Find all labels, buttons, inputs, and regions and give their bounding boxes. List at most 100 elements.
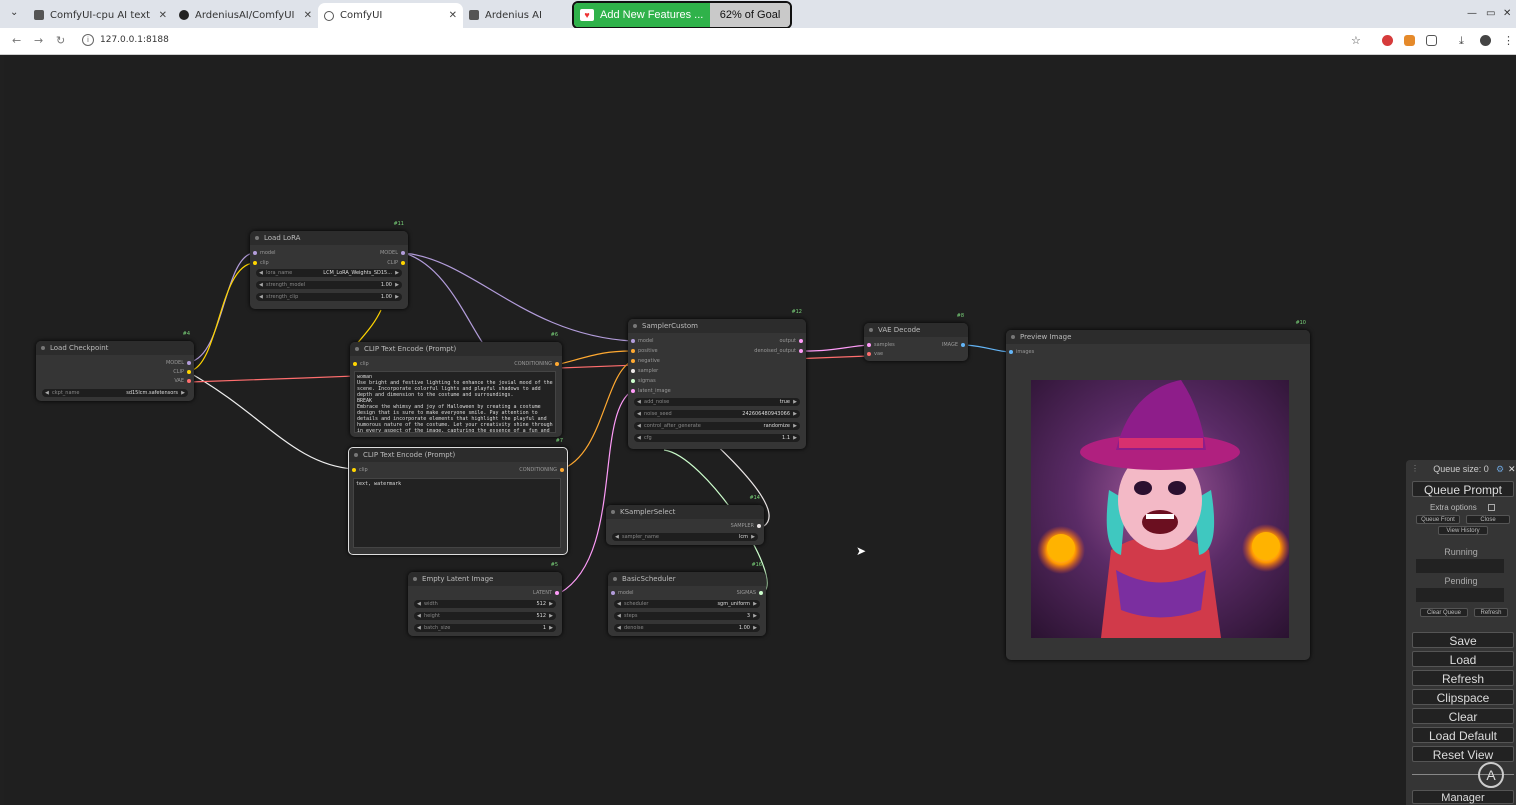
widget-cfg[interactable]: cfg1.1 xyxy=(634,434,800,442)
settings-gear-icon[interactable]: ⚙ xyxy=(1496,464,1504,475)
input-latent-image[interactable]: latent_image xyxy=(631,388,671,394)
tab-comfyui[interactable]: ComfyUI ✕ xyxy=(318,3,463,28)
widget-strength-clip[interactable]: strength_clip1.00 xyxy=(256,293,402,301)
reload-icon[interactable]: ↻ xyxy=(56,34,65,47)
output-clip[interactable]: CLIP xyxy=(387,260,405,266)
widget-ckpt-name[interactable]: ckpt_namesd15lcm.safetensors xyxy=(42,389,188,397)
back-icon[interactable]: ← xyxy=(12,34,21,47)
node-title: CLIP Text Encode (Prompt) xyxy=(349,448,567,462)
close-panel-icon[interactable]: ✕ xyxy=(1508,464,1516,475)
negative-prompt-textarea[interactable]: text, watermark xyxy=(353,478,561,548)
input-sigmas[interactable]: sigmas xyxy=(631,378,656,384)
close-button[interactable]: Close xyxy=(1466,515,1510,524)
load-button[interactable]: Load xyxy=(1412,651,1514,667)
queue-front-button[interactable]: Queue Front xyxy=(1416,515,1460,524)
node-clip-text-encode-negative[interactable]: #7 CLIP Text Encode (Prompt) clip CONDIT… xyxy=(348,438,568,555)
prompt-textarea[interactable]: woman Use bright and festive lighting to… xyxy=(354,371,556,433)
output-conditioning[interactable]: CONDITIONING xyxy=(514,361,559,367)
clear-button[interactable]: Clear xyxy=(1412,708,1514,724)
output-sampler[interactable]: SAMPLER xyxy=(731,523,761,529)
queue-prompt-button[interactable]: Queue Prompt xyxy=(1412,481,1514,497)
output-model[interactable]: MODEL xyxy=(166,360,191,366)
widget-add-noise[interactable]: add_noisetrue xyxy=(634,398,800,406)
minimize-icon[interactable]: — xyxy=(1467,8,1477,19)
manager-button[interactable]: Manager xyxy=(1412,790,1514,804)
output-denoised-output[interactable]: denoised_output xyxy=(754,348,803,354)
extensions-puzzle-icon[interactable] xyxy=(1426,35,1437,46)
reset-view-button[interactable]: Reset View xyxy=(1412,746,1514,762)
tab-ardenius[interactable]: Ardenius AI xyxy=(463,4,568,26)
clear-queue-button[interactable]: Clear Queue xyxy=(1420,608,1468,617)
download-icon[interactable]: ⤓ xyxy=(1459,34,1464,48)
site-info-icon[interactable]: i xyxy=(82,34,94,46)
input-vae[interactable]: vae xyxy=(867,351,883,357)
input-clip[interactable]: clip xyxy=(253,260,269,266)
input-sampler[interactable]: sampler xyxy=(631,368,658,374)
graph-canvas[interactable]: #11 Load LoRA model clip MODEL CLIP lora… xyxy=(4,55,1516,805)
widget-scheduler[interactable]: schedulersgm_uniform xyxy=(614,600,760,608)
metamask-icon[interactable] xyxy=(1404,35,1415,46)
close-tab-icon[interactable]: ✕ xyxy=(304,10,312,21)
node-basic-scheduler[interactable]: #16 BasicScheduler model SIGMAS schedule… xyxy=(608,562,766,636)
save-button[interactable]: Save xyxy=(1412,632,1514,648)
tab-github[interactable]: ArdeniusAI/ComfyUI-cpu ✕ xyxy=(173,4,318,26)
node-vae-decode[interactable]: #8 VAE Decode samples vae IMAGE xyxy=(864,313,968,361)
bookmark-star-icon[interactable]: ☆ xyxy=(1351,34,1361,47)
node-preview-image[interactable]: #10 Preview Image images xyxy=(1006,320,1310,660)
output-sigmas[interactable]: SIGMAS xyxy=(737,590,763,596)
input-images[interactable]: images xyxy=(1009,349,1034,355)
input-model[interactable]: model xyxy=(253,250,276,256)
node-empty-latent-image[interactable]: #5 Empty Latent Image LATENT width512 he… xyxy=(408,562,562,636)
output-model[interactable]: MODEL xyxy=(380,250,405,256)
close-tab-icon[interactable]: ✕ xyxy=(159,10,167,21)
close-tab-icon[interactable]: ✕ xyxy=(449,10,457,21)
widget-control-after-generate[interactable]: control_after_generaterandomize xyxy=(634,422,800,430)
promo-banner[interactable]: ♥ Add New Features ... 62% of Goal xyxy=(572,1,792,29)
node-sampler-custom[interactable]: #12 SamplerCustom model positive negativ… xyxy=(628,309,806,449)
extension-icon[interactable] xyxy=(1382,35,1393,46)
output-clip[interactable]: CLIP xyxy=(173,369,191,375)
load-default-button[interactable]: Load Default xyxy=(1412,727,1514,743)
output-output[interactable]: output xyxy=(780,338,803,344)
refresh-button[interactable]: Refresh xyxy=(1412,670,1514,686)
url-input[interactable]: 127.0.0.1:8188 xyxy=(100,35,169,45)
node-load-checkpoint[interactable]: #4 Load Checkpoint MODEL CLIP VAE ckpt_n… xyxy=(36,331,194,401)
widget-denoise[interactable]: denoise1.00 xyxy=(614,624,760,632)
widget-strength-model[interactable]: strength_model1.00 xyxy=(256,281,402,289)
clipspace-button[interactable]: Clipspace xyxy=(1412,689,1514,705)
input-model[interactable]: model xyxy=(611,590,634,596)
tab-comfyui-cpu[interactable]: ComfyUI-cpu AI text to i ✕ xyxy=(28,4,173,26)
input-clip[interactable]: clip xyxy=(352,467,368,473)
input-positive[interactable]: positive xyxy=(631,348,658,354)
browser-menu-icon[interactable]: ⋮ xyxy=(1503,34,1514,47)
node-load-lora[interactable]: #11 Load LoRA model clip MODEL CLIP lora… xyxy=(250,221,408,309)
node-clip-text-encode-positive[interactable]: #6 CLIP Text Encode (Prompt) clip CONDIT… xyxy=(350,332,562,437)
input-model[interactable]: model xyxy=(631,338,654,344)
tab-search-chevron-icon[interactable]: ⌄ xyxy=(10,7,18,18)
node-id: #5 xyxy=(550,562,558,568)
widget-lora-name[interactable]: lora_nameLCM_LoRA_Weights_SD15... xyxy=(256,269,402,277)
widget-height[interactable]: height512 xyxy=(414,612,556,620)
widget-noise-seed[interactable]: noise_seed242606480943066 xyxy=(634,410,800,418)
input-samples[interactable]: samples xyxy=(867,342,895,348)
widget-sampler-name[interactable]: sampler_namelcm xyxy=(612,533,758,541)
output-conditioning[interactable]: CONDITIONING xyxy=(519,467,564,473)
maximize-icon[interactable]: ▭ xyxy=(1486,8,1495,19)
widget-batch-size[interactable]: batch_size1 xyxy=(414,624,556,632)
input-clip[interactable]: clip xyxy=(353,361,369,367)
forward-icon[interactable]: → xyxy=(34,34,43,47)
output-vae[interactable]: VAE xyxy=(174,378,191,384)
widget-steps[interactable]: steps3 xyxy=(614,612,760,620)
output-image[interactable]: IMAGE xyxy=(942,342,965,348)
input-negative[interactable]: negative xyxy=(631,358,660,364)
close-window-icon[interactable]: ✕ xyxy=(1503,8,1511,19)
node-id: #14 xyxy=(749,495,760,501)
pending-list xyxy=(1416,588,1504,602)
profile-avatar[interactable] xyxy=(1480,35,1491,46)
node-ksampler-select[interactable]: #14 KSamplerSelect SAMPLER sampler_namel… xyxy=(606,495,764,545)
refresh-queue-button[interactable]: Refresh xyxy=(1474,608,1508,617)
widget-width[interactable]: width512 xyxy=(414,600,556,608)
view-history-button[interactable]: View History xyxy=(1438,526,1488,535)
output-latent[interactable]: LATENT xyxy=(533,590,559,596)
extra-options-checkbox[interactable] xyxy=(1488,504,1495,511)
